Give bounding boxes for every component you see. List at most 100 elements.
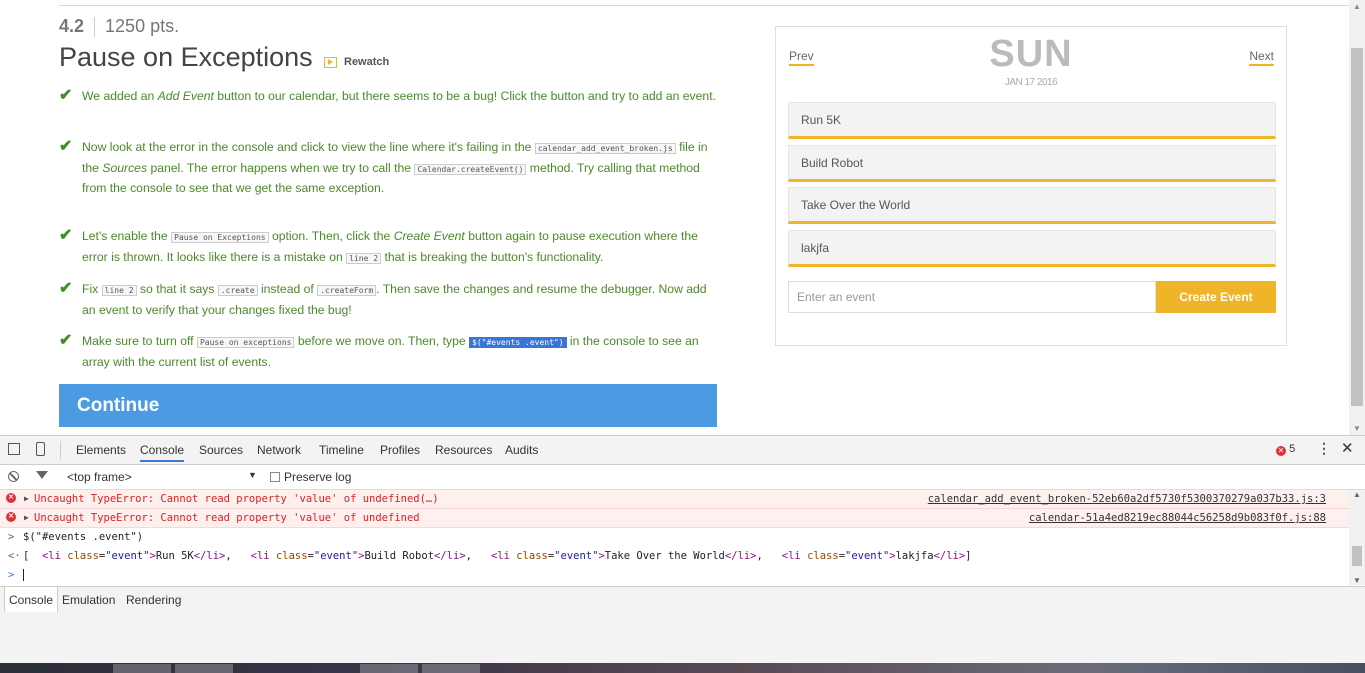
frame-select[interactable]: <top frame>: [67, 470, 132, 484]
console-input-row: > $("#events .event"): [0, 528, 1349, 547]
console-error-row: ✕ ▶ Uncaught TypeError: Cannot read prop…: [0, 509, 1349, 528]
result-item: Build Robot: [364, 550, 435, 562]
task-text: Make sure to turn off Pause on exception…: [82, 332, 719, 371]
html-tag: <li: [490, 550, 510, 562]
html-attr: class: [67, 550, 99, 562]
error-icon: ✕: [6, 493, 16, 503]
tab-console[interactable]: Console: [140, 443, 185, 462]
devtools-drawer-tabbar: Console Emulation Rendering: [0, 586, 1365, 615]
create-event-button[interactable]: Create Event: [1156, 281, 1276, 313]
taskbar-app-button[interactable]: [113, 664, 171, 673]
page-scrollbar[interactable]: ▲ ▼: [1349, 0, 1365, 435]
tab-audits[interactable]: Audits: [505, 443, 538, 457]
close-icon[interactable]: ✕: [1341, 439, 1354, 457]
text-cursor: [23, 569, 24, 581]
html-attr-value: "event": [845, 550, 890, 562]
checkmark-icon: ✔: [59, 87, 73, 104]
console-error-row: ✕ ▶ Uncaught TypeError: Cannot read prop…: [0, 490, 1349, 509]
scroll-up-arrow-icon[interactable]: ▲: [1353, 2, 1361, 11]
html-attr: class: [516, 550, 548, 562]
task-item: ✔ We added an Add Event button to our ca…: [59, 87, 719, 106]
console-prompt-row[interactable]: >: [0, 566, 1349, 585]
inspect-element-icon[interactable]: [8, 443, 20, 455]
scroll-up-arrow-icon[interactable]: ▲: [1353, 490, 1361, 499]
expand-arrow-icon[interactable]: ▶: [24, 513, 29, 522]
next-day-button[interactable]: Next: [1249, 49, 1274, 66]
tab-timeline[interactable]: Timeline: [319, 443, 364, 457]
error-message: Uncaught TypeError: Cannot read property…: [34, 512, 420, 524]
calendar-widget: Prev SUN JAN 17 2016 Next Run 5K Build R…: [775, 26, 1287, 346]
event-item[interactable]: Take Over the World: [788, 187, 1276, 224]
tab-elements[interactable]: Elements: [76, 443, 126, 457]
task-emphasis: Create Event: [393, 229, 465, 243]
taskbar-app-button[interactable]: [175, 664, 233, 673]
filter-icon[interactable]: [36, 471, 48, 479]
checkmark-icon: ✔: [59, 227, 73, 244]
more-options-icon[interactable]: ⋮: [1317, 440, 1331, 457]
error-source-link[interactable]: calendar_add_event_broken-52eb60a2df5730…: [928, 493, 1326, 505]
task-item: ✔ Make sure to turn off Pause on excepti…: [59, 332, 719, 371]
console-scrollbar[interactable]: ▲ ▼: [1349, 490, 1365, 585]
device-mode-icon[interactable]: [36, 442, 45, 456]
expand-arrow-icon[interactable]: ▶: [24, 494, 29, 503]
rewatch-label: Rewatch: [344, 56, 390, 68]
html-tag: <li: [41, 550, 61, 562]
result-bracket: [: [23, 550, 30, 562]
task-text: Fix line 2 so that it says .create inste…: [82, 280, 719, 319]
divider: [59, 5, 1349, 6]
continue-button[interactable]: Continue: [59, 384, 717, 427]
scroll-down-arrow-icon[interactable]: ▼: [1353, 424, 1361, 433]
task-text-segment: Make sure to turn off: [82, 334, 197, 348]
page-title: Pause on Exceptions: [59, 42, 313, 72]
taskbar-app-button[interactable]: [360, 664, 418, 673]
result-bracket: ]: [965, 550, 972, 562]
html-tag: <li: [250, 550, 270, 562]
preserve-log-toggle[interactable]: Preserve log: [270, 470, 351, 484]
task-item: ✔ Now look at the error in the console a…: [59, 138, 719, 198]
clear-console-icon[interactable]: [8, 471, 19, 482]
task-code-selected[interactable]: $("#events .event"): [469, 337, 567, 348]
input-prompt-icon: >: [8, 569, 15, 581]
console-command: $("#events .event"): [23, 531, 144, 543]
tab-resources[interactable]: Resources: [435, 443, 492, 457]
preserve-log-label: Preserve log: [284, 470, 352, 484]
html-attr: class: [807, 550, 839, 562]
drawer-tab-rendering[interactable]: Rendering: [126, 593, 181, 607]
task-code: Calendar.createEvent(): [414, 163, 527, 175]
task-text-segment: Let's enable the: [82, 229, 172, 243]
result-prompt-icon: <·: [8, 550, 21, 562]
scroll-down-arrow-icon[interactable]: ▼: [1353, 576, 1361, 585]
drawer-tab-emulation[interactable]: Emulation: [62, 593, 115, 607]
task-emphasis: Sources: [102, 160, 148, 175]
checkmark-icon: ✔: [59, 332, 73, 349]
error-count: 5: [1289, 443, 1296, 455]
html-tag: </li>: [933, 550, 966, 562]
event-item[interactable]: Run 5K: [788, 102, 1276, 139]
console-result[interactable]: [ <li class="event">Run 5K</li>, <li cla…: [23, 550, 971, 562]
task-text-segment: Fix: [82, 282, 102, 296]
task-code: Pause on Exceptions: [171, 232, 269, 243]
event-item[interactable]: Build Robot: [788, 145, 1276, 182]
scrollbar-thumb[interactable]: [1351, 48, 1363, 406]
taskbar-app-button[interactable]: [422, 664, 480, 673]
os-taskbar: [0, 663, 1365, 673]
event-item[interactable]: lakjfa: [788, 230, 1276, 267]
lesson-header: 4.2 1250 pts.: [59, 16, 179, 38]
task-text-segment: panel. The error happens when we try to …: [147, 160, 415, 175]
tab-network[interactable]: Network: [257, 443, 301, 457]
divider: [94, 17, 96, 38]
preserve-log-checkbox[interactable]: [270, 472, 280, 482]
drawer-tab-console[interactable]: Console: [4, 587, 59, 612]
error-source-link[interactable]: calendar-51a4ed8219ec88044c56258d9b083f0…: [1029, 512, 1326, 524]
tab-profiles[interactable]: Profiles: [380, 443, 420, 457]
task-text: Now look at the error in the console and…: [82, 138, 719, 198]
task-text-segment: that is breaking the button's functional…: [381, 249, 604, 264]
tab-sources[interactable]: Sources: [199, 443, 243, 457]
error-counter[interactable]: ✕ 5: [1276, 443, 1295, 456]
scrollbar-thumb[interactable]: [1352, 546, 1362, 566]
rewatch-button[interactable]: Rewatch: [324, 56, 389, 68]
task-text-segment: We added an: [82, 89, 158, 103]
result-item: Run 5K: [155, 550, 194, 562]
chevron-down-icon[interactable]: ▼: [248, 470, 257, 480]
event-input[interactable]: Enter an event: [788, 281, 1156, 313]
